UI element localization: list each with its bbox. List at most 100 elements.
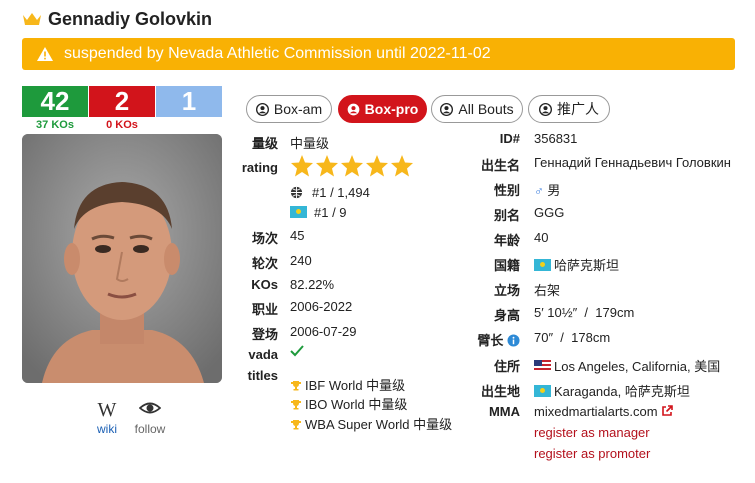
register-promoter-link[interactable]: register as promoter bbox=[534, 446, 650, 461]
bouts-label: 场次 bbox=[251, 231, 278, 246]
height-value: 5′ 10½″ / 179cm bbox=[534, 305, 634, 320]
title-item: IBF World 中量级 bbox=[290, 375, 405, 394]
sex-label: 性别 bbox=[493, 183, 520, 198]
trophy-icon bbox=[291, 400, 301, 410]
height-imperial: 5′ 10½″ bbox=[534, 305, 578, 320]
age-label: 年龄 bbox=[493, 233, 520, 248]
follow-label: follow bbox=[134, 422, 166, 436]
losses-kos: 0 KOs bbox=[106, 119, 138, 131]
id-label: ID# bbox=[499, 131, 520, 146]
reach-label: 臂长 bbox=[462, 330, 520, 349]
kazakhstan-flag-icon bbox=[534, 259, 551, 271]
title-text: IBF World 中量级 bbox=[305, 378, 406, 393]
mma-link-text: mixedmartialarts.com bbox=[534, 404, 658, 419]
tab-promoter[interactable]: 推广人 bbox=[528, 95, 610, 123]
rounds-value: 240 bbox=[290, 253, 312, 268]
record-wins: 42 bbox=[22, 86, 88, 117]
follow-button[interactable]: follow bbox=[130, 400, 170, 436]
person-icon bbox=[440, 102, 454, 116]
height-separator: / bbox=[584, 305, 589, 320]
wins-kos: 37 KOs bbox=[36, 119, 74, 131]
mma-label: MMA bbox=[488, 404, 520, 419]
height-metric: 179cm bbox=[595, 305, 635, 320]
info-icon[interactable] bbox=[507, 334, 520, 347]
person-icon bbox=[539, 102, 552, 116]
person-icon bbox=[255, 102, 269, 116]
vada-check bbox=[290, 345, 304, 360]
age-value: 40 bbox=[534, 230, 549, 245]
kos-label: KOs bbox=[251, 277, 278, 292]
reach-metric: 178cm bbox=[571, 330, 611, 345]
stance-label: 立场 bbox=[493, 283, 520, 298]
sex-text: 男 bbox=[547, 183, 561, 198]
external-link-icon bbox=[662, 405, 673, 416]
tab-all-bouts[interactable]: All Bouts bbox=[431, 95, 523, 123]
male-icon: ♂ bbox=[534, 183, 544, 198]
suspension-banner: suspended by Nevada Athletic Commission … bbox=[22, 38, 735, 70]
title-item: WBA Super World 中量级 bbox=[290, 414, 452, 433]
reach-imperial: 70″ bbox=[534, 330, 554, 345]
trophy-icon bbox=[291, 381, 301, 391]
tab-box-am[interactable]: Box-am bbox=[246, 95, 332, 123]
tab-label: Box-pro bbox=[364, 101, 419, 117]
division-label: 量级 bbox=[251, 136, 278, 151]
person-icon bbox=[347, 103, 360, 115]
record-losses: 2 bbox=[89, 86, 155, 117]
crown-icon bbox=[23, 13, 41, 25]
debut-value: 2006-07-29 bbox=[290, 324, 357, 339]
warning-icon bbox=[37, 47, 53, 61]
wiki-link[interactable]: W wiki bbox=[94, 400, 120, 436]
rating-label: rating bbox=[241, 160, 278, 175]
nationality-text: 哈萨克斯坦 bbox=[554, 258, 620, 273]
rating-stars bbox=[290, 154, 416, 181]
record-draws: 1 bbox=[156, 86, 222, 117]
banner-text: suspended by Nevada Athletic Commission … bbox=[64, 45, 491, 62]
tab-label: All Bouts bbox=[458, 101, 514, 117]
kazakhstan-flag-icon bbox=[290, 206, 307, 218]
residence-value: Los Angeles, California, 美国 bbox=[534, 356, 720, 375]
titles-label: titles bbox=[247, 368, 278, 383]
checkmark-icon bbox=[290, 345, 304, 357]
world-rank-value: #1 / 1,494 bbox=[312, 185, 370, 200]
id-value: 356831 bbox=[534, 131, 578, 146]
birthname-value: Геннадий Геннадьевич Головкин bbox=[534, 155, 731, 170]
globe-icon bbox=[290, 186, 303, 199]
wiki-label: wiki bbox=[97, 422, 117, 436]
tab-box-pro[interactable]: Box-pro bbox=[338, 95, 427, 123]
stance-value: 右架 bbox=[534, 283, 561, 298]
kazakhstan-flag-icon bbox=[534, 385, 551, 397]
bouts-value: 45 bbox=[290, 228, 305, 243]
height-label: 身高 bbox=[493, 308, 520, 323]
usa-flag-icon bbox=[534, 360, 551, 372]
vada-label: vada bbox=[248, 347, 278, 362]
star-rating-icon bbox=[291, 155, 413, 177]
nationality-value: 哈萨克斯坦 bbox=[534, 255, 619, 274]
reach-value: 70″ / 178cm bbox=[534, 330, 610, 345]
birthname-label: 出生名 bbox=[480, 158, 520, 173]
debut-label: 登场 bbox=[251, 327, 278, 342]
title-text: IBO World 中量级 bbox=[305, 397, 408, 412]
rounds-label: 轮次 bbox=[251, 256, 278, 271]
page-header: Gennadiy Golovkin bbox=[22, 7, 212, 31]
register-manager-link[interactable]: register as manager bbox=[534, 425, 650, 440]
birthplace-label: 出生地 bbox=[480, 384, 520, 399]
nationality-label: 国籍 bbox=[493, 258, 520, 273]
country-rank: #1 / 9 bbox=[290, 205, 347, 220]
reach-separator: / bbox=[560, 330, 564, 345]
alias-label: 别名 bbox=[493, 208, 520, 223]
trophy-icon bbox=[291, 420, 301, 430]
title-text: WBA Super World 中量级 bbox=[305, 417, 453, 432]
eye-icon bbox=[138, 402, 162, 414]
mma-link[interactable]: mixedmartialarts.com bbox=[534, 404, 673, 419]
boxer-portrait-image bbox=[22, 134, 222, 383]
birthplace-value: Karaganda, 哈萨克斯坦 bbox=[534, 381, 690, 400]
boxer-photo bbox=[22, 134, 222, 383]
boxer-name: Gennadiy Golovkin bbox=[48, 8, 213, 29]
title-item: IBO World 中量级 bbox=[290, 394, 407, 413]
reach-label-text: 臂长 bbox=[477, 333, 504, 348]
birthplace-text: Karaganda, 哈萨克斯坦 bbox=[554, 384, 690, 399]
tab-label: Box-am bbox=[273, 101, 323, 117]
world-rank: #1 / 1,494 bbox=[290, 185, 370, 200]
tab-label: 推广人 bbox=[557, 101, 599, 117]
career-value: 2006-2022 bbox=[290, 299, 353, 314]
